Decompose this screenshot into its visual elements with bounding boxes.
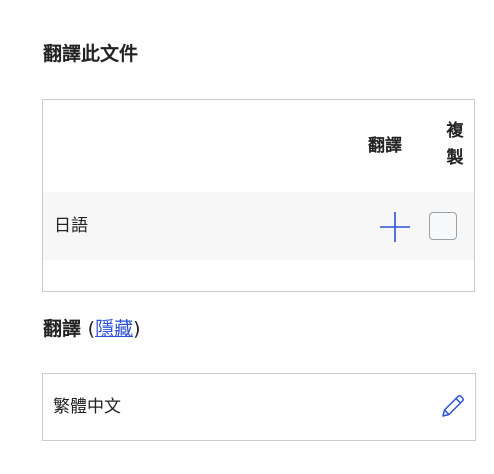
copy-checkbox[interactable] — [429, 212, 457, 240]
translations-heading: 翻譯 (隱藏) — [43, 315, 141, 343]
translate-document-title: 翻譯此文件 — [43, 43, 139, 65]
page: 翻譯此文件 翻譯 複製 日語 翻譯 (隱藏) 繁體中文 — [0, 0, 494, 474]
translation-list-item: 繁體中文 — [42, 373, 476, 441]
table-row: 日語 — [43, 192, 474, 260]
open-paren: ( — [87, 318, 96, 340]
translations-title: 翻譯 — [43, 318, 82, 340]
translate-table: 翻譯 複製 日語 — [42, 99, 475, 292]
column-header-copy: 複製 — [446, 121, 464, 168]
language-label: 日語 — [54, 216, 88, 236]
plus-icon — [380, 212, 410, 242]
hide-link[interactable]: 隱藏 — [95, 318, 133, 340]
edit-translation-button[interactable] — [439, 392, 467, 420]
translation-language-label: 繁體中文 — [53, 397, 121, 417]
add-translation-button[interactable] — [379, 211, 411, 243]
close-paren: ) — [133, 318, 141, 340]
column-header-translate: 翻譯 — [368, 136, 402, 156]
pencil-icon — [442, 395, 464, 417]
